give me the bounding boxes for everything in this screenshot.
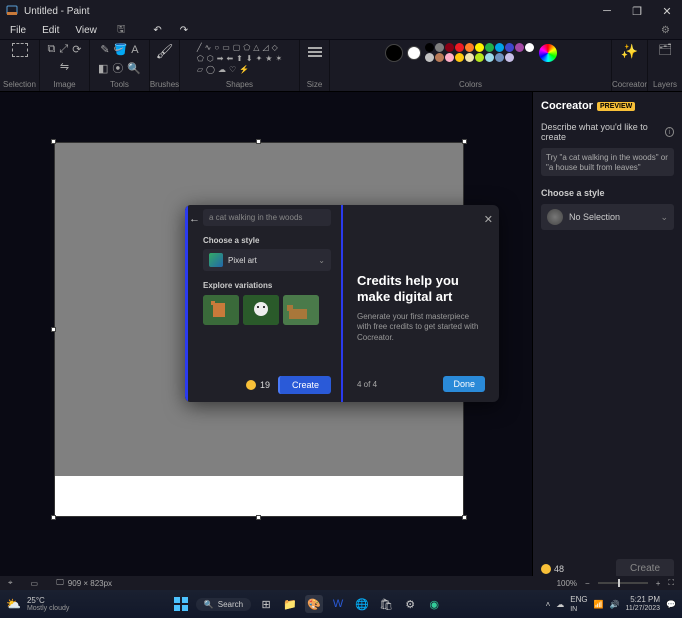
fit-screen-icon[interactable]: ⛶ (668, 578, 674, 588)
start-button[interactable] (172, 595, 190, 613)
weather-icon[interactable]: ⛅ (6, 597, 21, 611)
tray-language[interactable]: ENGIN (570, 595, 587, 613)
tray-volume-icon[interactable]: 🔊 (610, 600, 620, 609)
modal-style-dropdown[interactable]: Pixel art ⌄ (203, 249, 331, 271)
status-bar: ⌖ ▭ 🖵 909 × 823px 100% − + ⛶ (0, 576, 682, 590)
explore-variations-label: Explore variations (203, 281, 331, 290)
modal-right-desc: Generate your first masterpiece with fre… (357, 312, 485, 344)
taskbar-app-word[interactable]: W (329, 595, 347, 613)
step-indicator: 4 of 4 (357, 380, 377, 389)
taskbar-app-explorer[interactable]: 📁 (281, 595, 299, 613)
cocreator-onboard-modal: ← a cat walking in the woods Choose a st… (185, 205, 499, 402)
taskbar-app-settings[interactable]: ⚙ (401, 595, 419, 613)
zoom-slider[interactable] (598, 582, 648, 584)
modal-prompt-input[interactable]: a cat walking in the woods (203, 209, 331, 226)
canvas-size-icon: 🖵 (56, 578, 64, 588)
tray-clock[interactable]: 5:21 PM 11/27/2023 (626, 596, 661, 612)
task-view-icon[interactable]: ⊞ (257, 595, 275, 613)
canvas-dimensions: 909 × 823px (68, 579, 112, 588)
modal-close-icon[interactable]: ✕ (484, 213, 493, 226)
tray-notifications-icon[interactable]: 💬 (666, 600, 676, 609)
coin-icon (246, 380, 256, 390)
taskbar-app-paint[interactable]: 🎨 (305, 595, 323, 613)
chevron-down-icon: ⌄ (318, 256, 325, 265)
back-icon[interactable]: ← (189, 213, 200, 225)
modal-credits: 19 (260, 380, 270, 390)
zoom-out-icon[interactable]: − (585, 579, 590, 588)
tray-chevron-icon[interactable]: ˄ (546, 600, 551, 609)
search-label: Search (218, 600, 243, 609)
taskbar: ⛅ 25°C Mostly cloudy 🔍 Search ⊞ 📁 🎨 W 🌐 … (0, 590, 682, 618)
variation-3[interactable] (283, 295, 319, 325)
zoom-value: 100% (557, 579, 577, 588)
variation-1[interactable] (203, 295, 239, 325)
search-icon: 🔍 (204, 600, 214, 609)
tray-wifi-icon[interactable]: 📶 (594, 600, 604, 609)
modal-overlay: ← a cat walking in the woods Choose a st… (0, 0, 682, 618)
modal-style-selected: Pixel art (228, 256, 257, 265)
modal-right-title: Credits help you make digital art (357, 273, 485, 306)
selection-size-icon: ▭ (31, 579, 39, 588)
modal-create-button[interactable]: Create (278, 376, 331, 394)
taskbar-app-edge[interactable]: 🌐 (353, 595, 371, 613)
done-button[interactable]: Done (443, 376, 485, 392)
tray-onedrive-icon[interactable]: ☁ (556, 600, 564, 609)
taskbar-search[interactable]: 🔍 Search (196, 598, 251, 611)
taskbar-app-misc[interactable]: ◉ (425, 595, 443, 613)
cursor-pos-icon: ⌖ (8, 578, 13, 588)
modal-choose-style-label: Choose a style (203, 236, 331, 245)
taskbar-app-store[interactable]: 🛍 (377, 595, 395, 613)
variation-2[interactable] (243, 295, 279, 325)
taskbar-temp: 25°C (27, 596, 69, 605)
pixel-art-thumb-icon (209, 253, 223, 267)
taskbar-weather: Mostly cloudy (27, 605, 69, 612)
zoom-in-icon[interactable]: + (656, 579, 661, 588)
